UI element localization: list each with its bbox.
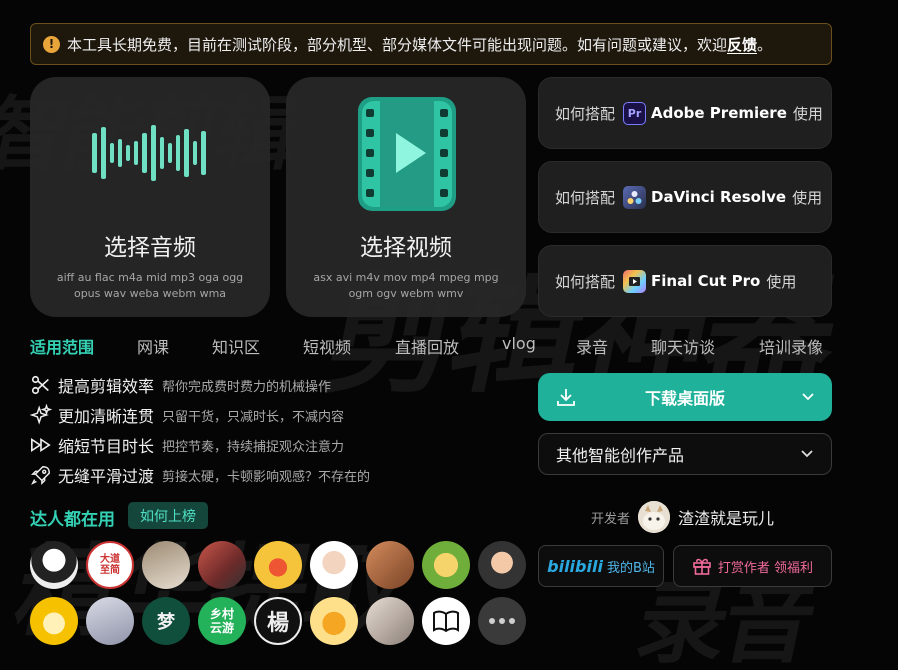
select-audio-card[interactable]: 选择音频 aiff au flac m4a mid mp3 oga ogg op… [30, 77, 270, 317]
avatar[interactable] [198, 541, 246, 589]
video-formats: asx avi m4v mov mp4 mpeg mpg ogm ogv web… [313, 271, 499, 300]
avatar[interactable]: 梦 [142, 597, 190, 645]
howto-prefix: 如何搭配 [555, 188, 616, 207]
download-icon [557, 389, 575, 406]
avatar[interactable] [86, 597, 134, 645]
feature-item: 无缝平滑过渡 剪接太硬，卡顿影响观感？不存在的 [30, 463, 370, 487]
avatar[interactable]: 楊 [254, 597, 302, 645]
feature-title: 更加清晰连贯 [58, 407, 155, 426]
avatar[interactable] [422, 597, 470, 645]
avatar[interactable] [30, 597, 78, 645]
gift-icon [693, 558, 711, 575]
audio-formats: aiff au flac m4a mid mp3 oga ogg opus wa… [56, 271, 244, 300]
tab-chat-interview[interactable]: 聊天访谈 [651, 334, 715, 358]
chevron-down-icon [802, 393, 814, 401]
developer-avatar[interactable] [638, 501, 671, 533]
sparkle-icon [30, 404, 52, 425]
notice-text: 本工具长期免费，目前在测试阶段，部分机型、部分媒体文件可能出现问题。如有问题或建… [67, 35, 728, 54]
avatar-text: 大道至简 [100, 554, 120, 576]
download-label: 下载桌面版 [644, 389, 725, 408]
avatar[interactable] [366, 541, 414, 589]
avatar[interactable] [30, 541, 78, 589]
tab-knowledge[interactable]: 知识区 [212, 334, 260, 358]
feature-title: 无缝平滑过渡 [58, 467, 155, 486]
avatar[interactable] [254, 541, 302, 589]
app-name: Adobe Premiere [651, 104, 787, 122]
feature-title: 提高剪辑效率 [58, 377, 155, 396]
davinci-icon [623, 185, 647, 209]
usage-tabs: 适用范围 网课 知识区 短视频 直播回放 vlog 录音 聊天访谈 培训录像 [30, 334, 830, 358]
avatar[interactable] [478, 541, 526, 589]
howto-prefix: 如何搭配 [555, 272, 616, 291]
howto-finalcut-button[interactable]: 如何搭配 Final Cut Pro 使用 [538, 245, 832, 317]
feature-item: 提高剪辑效率 帮你完成费时费力的机械操作 [30, 373, 331, 397]
tab-vlog[interactable]: vlog [502, 334, 536, 353]
select-video-title: 选择视频 [360, 235, 452, 261]
select-video-card[interactable]: 选择视频 asx avi m4v mov mp4 mpeg mpg ogm og… [286, 77, 526, 317]
more-users-button[interactable] [478, 597, 526, 645]
feedback-link[interactable]: 反馈 [727, 34, 757, 55]
reward-label: 打赏作者 领福利 [717, 560, 814, 576]
book-icon [433, 610, 459, 632]
notice-bar: ! 本工具长期免费，目前在测试阶段，部分机型、部分媒体文件可能出现问题。如有问题… [30, 23, 832, 65]
feature-desc: 帮你完成费时费力的机械操作 [162, 379, 332, 395]
feature-title: 缩短节目时长 [58, 437, 155, 456]
fast-forward-icon [31, 437, 51, 453]
select-audio-title: 选择音频 [104, 235, 196, 261]
other-products-dropdown[interactable]: 其他智能创作产品 [538, 433, 832, 475]
notice-end: 。 [757, 35, 773, 54]
howto-suffix: 使用 [766, 272, 797, 291]
app-name: DaVinci Resolve [651, 188, 787, 206]
avatar-text: 乡村云游 [209, 607, 234, 635]
avatar[interactable]: 大道至简 [86, 541, 134, 589]
avatar[interactable] [366, 597, 414, 645]
howto-davinci-button[interactable]: 如何搭配 DaVinci Resolve 使用 [538, 161, 832, 233]
feature-desc: 剪接太硬，卡顿影响观感？不存在的 [162, 469, 371, 485]
video-film-icon [358, 97, 456, 211]
howto-prefix: 如何搭配 [555, 104, 616, 123]
tab-live-replay[interactable]: 直播回放 [395, 334, 459, 358]
bilibili-logo: bilibili [547, 556, 603, 576]
avatar[interactable]: 乡村云游 [198, 597, 246, 645]
app-name: Final Cut Pro [651, 272, 761, 290]
users-title: 达人都在用 [30, 510, 115, 530]
feature-item: 缩短节目时长 把控节奏，持续捕捉观众注意力 [30, 433, 344, 457]
bilibili-button[interactable]: bilibili 我的B站 [538, 545, 664, 587]
avatar-text: 楊 [266, 611, 289, 636]
waveform-icon [92, 125, 206, 181]
developer-label: 开发者 [591, 511, 631, 527]
reward-author-button[interactable]: 打赏作者 领福利 [673, 545, 832, 587]
tab-scope-label: 适用范围 [30, 338, 95, 357]
warning-icon: ! [43, 35, 60, 53]
developer-name[interactable]: 渣渣就是玩儿 [678, 505, 774, 529]
chevron-down-icon [801, 450, 813, 458]
avatar[interactable] [310, 541, 358, 589]
feature-item: 更加清晰连贯 只留干货，只减时长，不减内容 [30, 403, 344, 427]
rocket-icon [30, 466, 50, 486]
download-desktop-button[interactable]: 下载桌面版 [538, 373, 832, 421]
other-products-label: 其他智能创作产品 [556, 446, 685, 465]
feature-desc: 只留干货，只减时长，不减内容 [162, 409, 345, 425]
developer-info: 开发者 渣渣就是玩儿 [591, 501, 774, 533]
more-dots-icon [489, 618, 515, 624]
avatar[interactable] [422, 541, 470, 589]
tab-recording[interactable]: 录音 [576, 334, 608, 358]
tab-short-video[interactable]: 短视频 [303, 334, 351, 358]
scissors-icon [31, 375, 49, 395]
premiere-icon: Pr [623, 101, 647, 125]
bilibili-label: 我的B站 [606, 560, 655, 576]
howto-premiere-button[interactable]: 如何搭配 Pr Adobe Premiere 使用 [538, 77, 832, 149]
avatar-text: 梦 [157, 612, 175, 633]
finalcut-icon [623, 269, 647, 293]
howto-suffix: 使用 [792, 188, 823, 207]
avatar[interactable] [310, 597, 358, 645]
feature-desc: 把控节奏，持续捕捉观众注意力 [162, 439, 345, 455]
tab-training-video[interactable]: 培训录像 [759, 334, 823, 358]
how-to-get-listed-button[interactable]: 如何上榜 [128, 502, 208, 529]
avatar[interactable] [142, 541, 190, 589]
tab-online-course[interactable]: 网课 [137, 334, 169, 358]
howto-suffix: 使用 [792, 104, 823, 123]
